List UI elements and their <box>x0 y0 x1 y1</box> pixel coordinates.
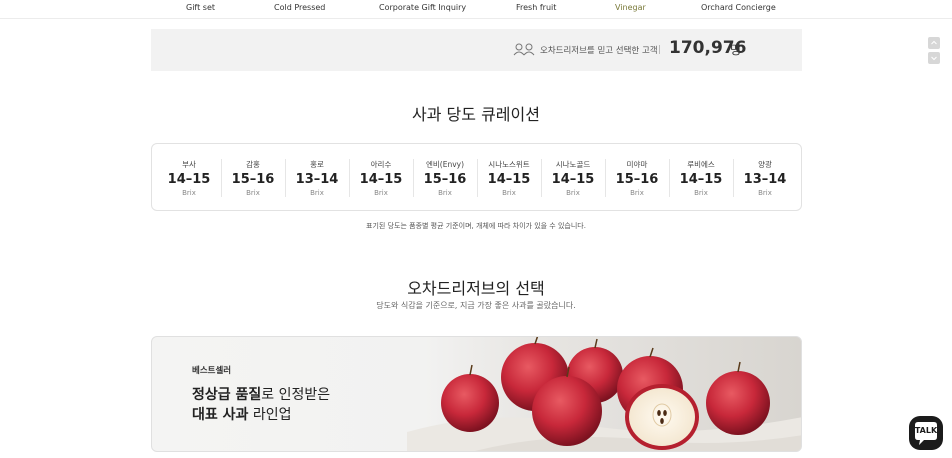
brix-range: 14–15 <box>487 172 531 187</box>
chat-talk-button[interactable]: TALK <box>909 416 943 450</box>
variety-name: 부사 <box>182 160 196 169</box>
nav-item-gift-set[interactable]: Gift set <box>186 3 215 12</box>
brix-range: 14–15 <box>679 172 723 187</box>
chevron-up-icon <box>931 40 937 45</box>
brix-range: 14–15 <box>167 172 211 187</box>
variety-name: 양광 <box>758 160 772 169</box>
apples-image <box>407 337 801 451</box>
brix-item: 아리수 14–15 Brix <box>349 159 413 197</box>
bestseller-banner[interactable]: 베스트셀러 정상급 품질로 인정받은 대표 사과 라인업 <box>151 336 802 452</box>
scroll-up-button[interactable] <box>928 37 940 49</box>
choice-title: 오차드리저브의 선택 <box>407 279 545 298</box>
brix-item: 부사 14–15 Brix <box>157 159 221 197</box>
variety-name: 루비에스 <box>687 160 715 169</box>
brix-range: 15–16 <box>231 172 275 187</box>
brix-unit: Brix <box>630 189 644 197</box>
brix-item: 홍로 13–14 Brix <box>285 159 349 197</box>
people-icon <box>513 43 535 56</box>
brix-unit: Brix <box>310 189 324 197</box>
brix-item: 감홍 15–16 Brix <box>221 159 285 197</box>
brix-item: 시나노골드 14–15 Brix <box>541 159 605 197</box>
brix-unit: Brix <box>758 189 772 197</box>
nav-item-vinegar[interactable]: Vinegar <box>615 3 646 12</box>
variety-name: 시나노스위트 <box>488 160 530 169</box>
brix-item: 양광 13–14 Brix <box>733 159 797 197</box>
brix-unit: Brix <box>502 189 516 197</box>
brix-unit: Brix <box>182 189 196 197</box>
banner-headline-2: 대표 사과 라인업 <box>192 407 292 423</box>
nav-item-orchard-concierge[interactable]: Orchard Concierge <box>701 3 776 12</box>
sweetness-note: 표기된 당도는 품종별 평균 기준이며, 개체에 따라 차이가 있을 수 있습니… <box>366 222 586 230</box>
brix-range: 15–16 <box>423 172 467 187</box>
variety-name: 엔비(Envy) <box>425 160 465 169</box>
brix-item: 미야마 15–16 Brix <box>605 159 669 197</box>
brix-unit: Brix <box>374 189 388 197</box>
brix-unit: Brix <box>566 189 580 197</box>
chevron-down-icon <box>931 56 937 61</box>
nav-item-fresh-fruit[interactable]: Fresh fruit <box>516 3 556 12</box>
brix-item: 시나노스위트 14–15 Brix <box>477 159 541 197</box>
variety-name: 시나노골드 <box>555 160 591 169</box>
variety-name: 아리수 <box>370 160 392 169</box>
brix-unit: Brix <box>246 189 260 197</box>
brix-range: 13–14 <box>743 172 787 187</box>
banner-tag: 베스트셀러 <box>192 366 232 376</box>
top-navigation: Gift set Cold Pressed Corporate Gift Inq… <box>0 0 952 19</box>
choice-subtitle: 당도와 식감을 기준으로, 지금 가장 좋은 사과를 골랐습니다. <box>376 301 576 310</box>
brix-item: 엔비(Envy) 15–16 Brix <box>413 159 477 197</box>
variety-name: 홍로 <box>310 160 324 169</box>
nav-item-cold-pressed[interactable]: Cold Pressed <box>274 3 325 12</box>
counter-unit: 명 <box>730 43 742 57</box>
counter-label: 오차드리저브를 믿고 선택한 고객 <box>540 46 658 56</box>
counter-divider <box>659 45 660 54</box>
brix-range: 14–15 <box>551 172 595 187</box>
sweetness-title: 사과 당도 큐레이션 <box>412 105 540 124</box>
customer-counter: 오차드리저브를 믿고 선택한 고객 170,976 명 <box>151 29 940 71</box>
brix-range: 14–15 <box>359 172 403 187</box>
nav-item-corporate-gift-inquiry[interactable]: Corporate Gift Inquiry <box>379 3 466 12</box>
brix-item: 루비에스 14–15 Brix <box>669 159 733 197</box>
brix-range: 15–16 <box>615 172 659 187</box>
brix-unit: Brix <box>694 189 708 197</box>
brix-range: 13–14 <box>295 172 339 187</box>
variety-name: 감홍 <box>246 160 260 169</box>
scroll-down-button[interactable] <box>928 52 940 64</box>
brix-unit: Brix <box>438 189 452 197</box>
variety-name: 미야마 <box>626 160 648 169</box>
chat-label: TALK <box>914 426 938 435</box>
banner-headline-1: 정상급 품질로 인정받은 <box>192 387 331 403</box>
brix-card: 부사 14–15 Brix 감홍 15–16 Brix 홍로 13–14 Bri… <box>151 143 802 211</box>
